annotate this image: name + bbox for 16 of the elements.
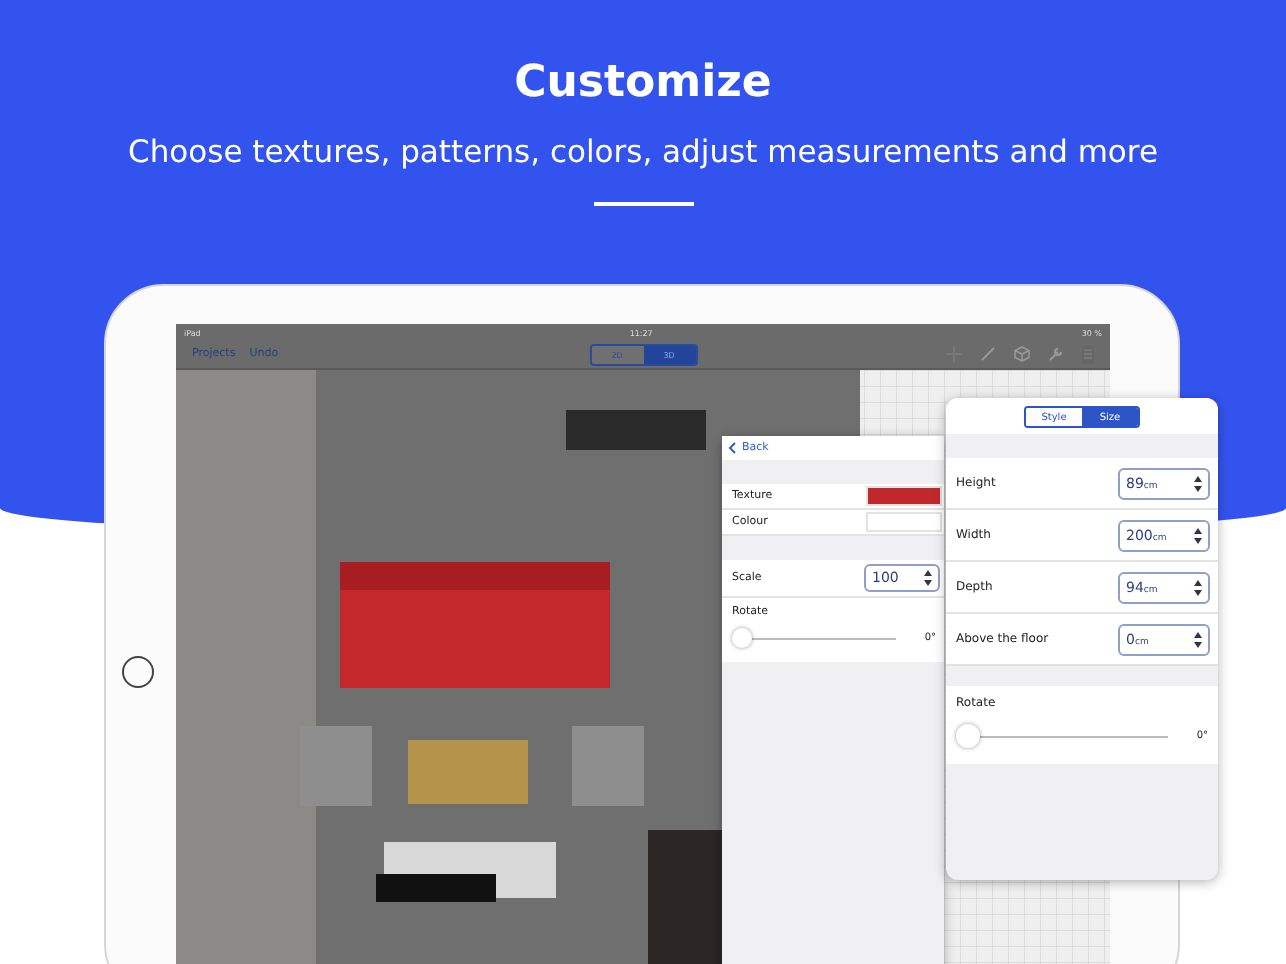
stepper-arrows-icon[interactable] [1194, 579, 1202, 595]
color-swatch[interactable] [866, 486, 942, 506]
slider-thumb[interactable] [956, 724, 980, 748]
stepper-arrows-icon[interactable] [924, 570, 932, 586]
stepper-arrows-icon[interactable] [1194, 631, 1202, 647]
headline: Customize [514, 58, 772, 110]
home-button[interactable] [122, 656, 154, 688]
stepper-arrows-icon[interactable] [1194, 475, 1202, 491]
wrench-icon[interactable] [1048, 346, 1064, 362]
color-swatch[interactable] [866, 512, 942, 532]
pencil-icon[interactable] [980, 346, 996, 362]
cube-icon[interactable] [1014, 346, 1030, 362]
subtitle: Choose textures, patterns, colors, adjust measurements and more [128, 132, 1158, 172]
stepper-arrows-icon[interactable] [1194, 527, 1202, 543]
slider-thumb[interactable] [732, 628, 752, 648]
chevron-left-icon [728, 442, 736, 454]
